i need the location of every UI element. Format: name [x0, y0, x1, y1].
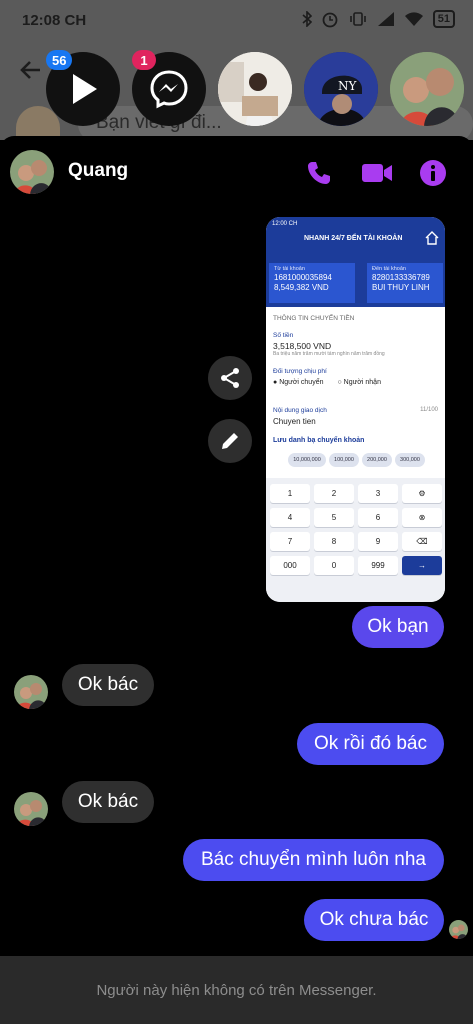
unavailable-notice: Người này hiện không có trên Messenger.	[0, 956, 473, 1024]
from-account-balance: 8,549,382 VND	[274, 283, 329, 292]
keypad-key: 9	[358, 532, 398, 551]
bank-app-header: 12:00 CH NHANH 24/7 ĐẾN TÀI KHOẢN Từ tài…	[266, 217, 445, 307]
chat-head-contact-yankees[interactable]: NY	[304, 52, 378, 126]
contact-name[interactable]: Quang	[68, 160, 128, 182]
amount-value: 3,518,500 VND	[273, 341, 332, 351]
avatar-photo	[218, 52, 292, 126]
keypad-key: 7	[270, 532, 310, 551]
to-account-label: Đến tài khoản	[372, 266, 406, 272]
bank-app-status-time: 12:00 CH	[272, 221, 298, 227]
chat-panel: Quang 12:00 CH NHANH 24/7 ĐẾN TÀI KHOẢN …	[0, 136, 473, 1024]
settings-key: ⚙	[402, 484, 442, 503]
home-icon	[425, 231, 439, 245]
contact-avatar[interactable]	[10, 150, 54, 194]
keypad-key: 2	[314, 484, 354, 503]
chat-head-badge: 56	[46, 50, 73, 70]
enter-key: →	[402, 556, 442, 575]
keypad-key: 3	[358, 484, 398, 503]
fee-receiver-label: Người nhận	[343, 379, 381, 386]
avatar-photo	[10, 150, 54, 194]
conversation-info-button[interactable]	[416, 156, 450, 190]
content-value: Chuyen tien	[273, 417, 316, 426]
incoming-message[interactable]: Ok bác	[62, 781, 154, 823]
numeric-keypad: 1 2 3 ⚙ 4 5 6 ⊗ 7 8 9 ⌫ 000 0 999 →	[266, 478, 445, 602]
avatar-photo	[14, 675, 48, 709]
read-receipt-avatar	[449, 920, 468, 939]
edit-image-button[interactable]	[208, 419, 252, 463]
content-counter: 11/100	[420, 407, 438, 413]
fee-sender-option: ● Người chuyển	[273, 379, 324, 386]
fee-field: Đối tượng chịu phí ● Người chuyển ○ Ngườ…	[266, 368, 445, 386]
avatar-photo: NY	[304, 52, 378, 126]
to-account-number: 8280133336789	[372, 273, 430, 282]
backspace-key: ⌫	[402, 532, 442, 551]
avatar-photo	[390, 52, 464, 126]
voice-call-button[interactable]	[302, 156, 336, 190]
keypad-key: 8	[314, 532, 354, 551]
fee-label: Đối tượng chịu phí	[273, 368, 327, 375]
content-label: Nội dung giao dịch	[273, 407, 327, 414]
to-account-name: BUI THUY LINH	[372, 283, 430, 292]
keypad-key: 999	[358, 556, 398, 575]
fee-sender-label: Người chuyển	[279, 379, 324, 386]
chat-header: Quang	[0, 136, 473, 206]
messenger-icon	[150, 70, 188, 109]
share-button[interactable]	[208, 356, 252, 400]
battery-indicator: 51	[432, 10, 455, 28]
keypad-key: 5	[314, 508, 354, 527]
outgoing-message[interactable]: Bác chuyển mình luôn nha	[183, 839, 444, 881]
chat-head-badge: 1	[132, 50, 156, 70]
bank-app-title: NHANH 24/7 ĐẾN TÀI KHOẢN	[304, 235, 403, 242]
avatar-photo	[14, 792, 48, 826]
outgoing-message[interactable]: Ok chưa bác	[304, 899, 444, 941]
amount-chip: 200,000	[362, 453, 392, 467]
keypad-key: 1	[270, 484, 310, 503]
incoming-message[interactable]: Ok bác	[62, 664, 154, 706]
background-nav	[20, 60, 42, 80]
chat-head-contact-selfie[interactable]	[390, 52, 464, 126]
info-icon	[420, 160, 446, 186]
video-call-button[interactable]	[360, 156, 394, 190]
share-icon	[221, 368, 239, 388]
sender-avatar[interactable]	[14, 792, 48, 826]
wifi-icon	[404, 12, 423, 26]
from-account-card: Từ tài khoản 1681000035894 8,549,382 VND	[269, 263, 355, 303]
amount-chip: 100,000	[329, 453, 359, 467]
pencil-icon	[222, 433, 238, 449]
amount-words: Ba triệu năm trăm mười tám nghìn năm tră…	[273, 351, 385, 357]
back-arrow-icon	[20, 61, 40, 79]
outgoing-message[interactable]: Ok bạn	[352, 606, 444, 648]
fee-receiver-option: ○ Người nhận	[337, 379, 381, 386]
keypad-key: 6	[358, 508, 398, 527]
outgoing-message[interactable]: Ok rồi đó bác	[297, 723, 444, 765]
video-camera-icon	[362, 164, 392, 182]
amount-chip: 300,000	[395, 453, 425, 467]
avatar-photo	[449, 920, 468, 939]
signal-icon	[377, 12, 394, 26]
sender-avatar[interactable]	[14, 675, 48, 709]
status-time: 12:08 CH	[22, 11, 87, 29]
keypad-key: 0	[314, 556, 354, 575]
vibrate-icon	[349, 12, 366, 26]
clear-key: ⊗	[402, 508, 442, 527]
keypad-key: 4	[270, 508, 310, 527]
phone-icon	[308, 162, 330, 184]
amount-field: Số tiền 3,518,500 VND Ba triệu năm trăm …	[266, 332, 445, 357]
save-contact-toggle: Lưu danh bạ chuyển khoản	[273, 437, 365, 444]
transfer-section-title: THÔNG TIN CHUYỂN TIỀN	[273, 315, 355, 322]
from-account-number: 1681000035894	[274, 273, 332, 282]
keypad-key: 000	[270, 556, 310, 575]
from-account-label: Từ tài khoản	[274, 266, 305, 272]
alarm-icon	[322, 12, 338, 28]
bluetooth-icon	[302, 11, 312, 27]
to-account-card: Đến tài khoản 8280133336789 BUI THUY LIN…	[367, 263, 443, 303]
amount-chip: 10,000,000	[288, 453, 326, 467]
image-attachment[interactable]: 12:00 CH NHANH 24/7 ĐẾN TÀI KHOẢN Từ tài…	[266, 217, 445, 602]
amount-label: Số tiền	[273, 332, 294, 339]
status-icons: 51	[302, 10, 455, 28]
content-field: Nội dung giao dịch 11/100 Chuyen tien	[266, 407, 445, 426]
chat-head-contact-woman[interactable]	[218, 52, 292, 126]
svg-text:NY: NY	[338, 79, 358, 93]
play-icon	[73, 74, 97, 104]
